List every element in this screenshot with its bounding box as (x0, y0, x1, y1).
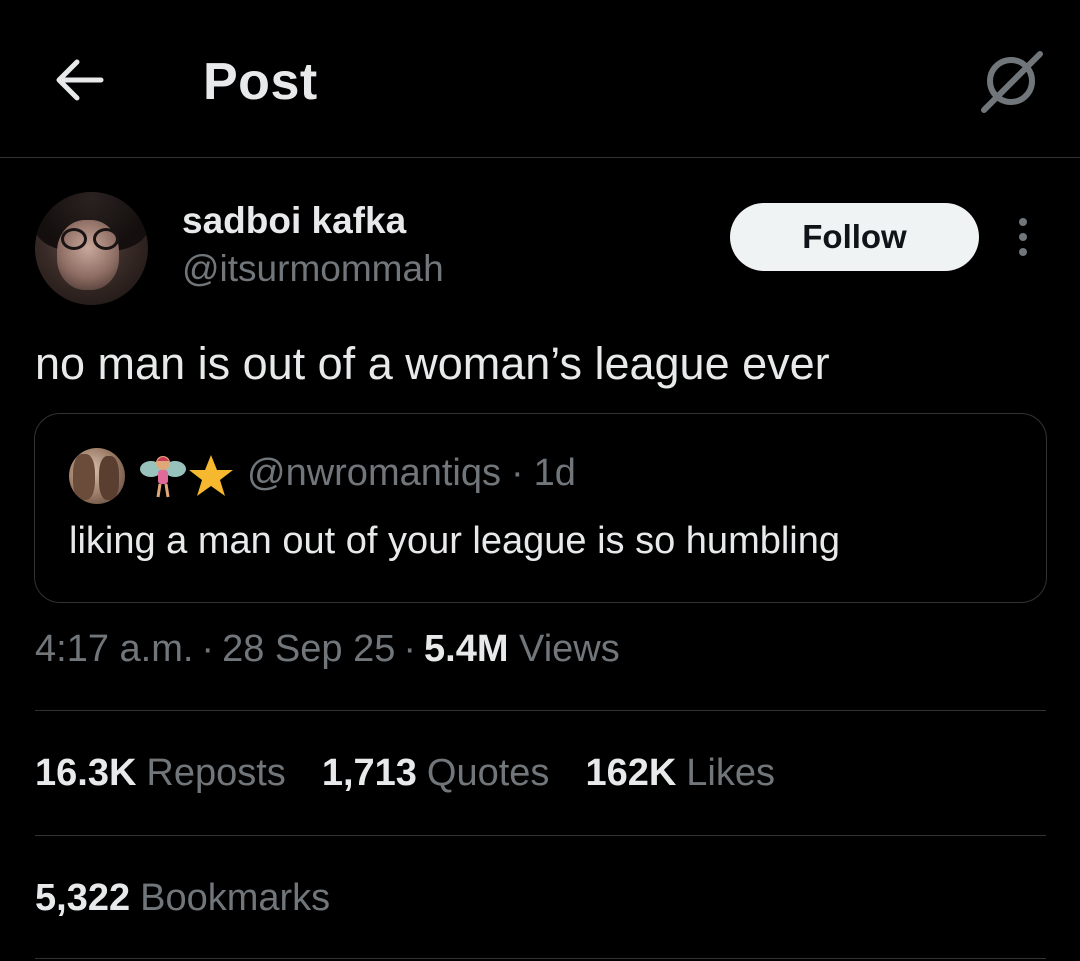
quoted-separator: · (511, 452, 524, 494)
quoted-post[interactable]: @nwromantiqs · 1d liking a man out of your… (34, 413, 1047, 603)
post-text: no man is out of a woman’s league ever (35, 338, 830, 389)
more-options-button[interactable] (1005, 212, 1041, 262)
divider (35, 710, 1046, 711)
page-title: Post (203, 53, 318, 111)
bookmarks-label: Bookmarks (140, 877, 331, 919)
divider (35, 835, 1046, 836)
stat-count: 16.3K (35, 752, 137, 794)
top-app-bar: Post (0, 0, 1080, 158)
star-icon (189, 455, 233, 496)
divider (35, 958, 1046, 959)
quoted-handle: @nwromantiqs (247, 452, 501, 494)
quoted-handle-line: @nwromantiqs · 1d (247, 452, 576, 495)
fairy-emoji-icon (140, 456, 186, 498)
follow-button[interactable]: Follow (730, 203, 979, 271)
grok-button[interactable] (975, 45, 1047, 117)
stat-label: Likes (686, 752, 775, 794)
meta-separator: · (201, 628, 215, 670)
stat-quotes[interactable]: 1,713 Quotes (322, 752, 550, 795)
back-button[interactable] (50, 52, 110, 108)
quoted-age: 1d (533, 452, 576, 494)
views-count: 5.4M (424, 628, 509, 670)
quoted-text: liking a man out of your league is so hu… (69, 520, 841, 562)
meta-separator: · (403, 628, 416, 670)
stat-reposts[interactable]: 16.3K Reposts (35, 752, 286, 795)
stat-count: 162K (585, 752, 677, 794)
post-date[interactable]: 28 Sep 25 (222, 628, 395, 670)
stat-label: Reposts (146, 752, 286, 794)
bookmarks-count: 5,322 (35, 877, 131, 919)
more-vertical-icon (1019, 218, 1027, 256)
post-time[interactable]: 4:17 a.m. (35, 628, 193, 670)
stat-bookmarks[interactable]: 5,322 Bookmarks (35, 877, 330, 920)
author-handle[interactable]: @itsurmommah (182, 248, 444, 290)
stat-label: Quotes (426, 752, 550, 794)
grok-icon (981, 51, 1043, 113)
post-author: sadboi kafka @itsurmommah Follow (35, 190, 1050, 310)
engagement-stats: 16.3K Reposts 1,713 Quotes 162K Likes (35, 752, 811, 795)
arrow-left-icon (56, 59, 104, 101)
post-meta: 4:17 a.m. · 28 Sep 25 · 5.4M Views (35, 628, 620, 671)
author-display-name[interactable]: sadboi kafka (182, 200, 406, 242)
stat-likes[interactable]: 162K Likes (585, 752, 775, 795)
views-label: Views (519, 628, 620, 670)
avatar[interactable] (35, 192, 148, 305)
quoted-avatar (69, 448, 125, 504)
quoted-display-name-emoji (139, 450, 235, 502)
stat-count: 1,713 (321, 752, 417, 794)
